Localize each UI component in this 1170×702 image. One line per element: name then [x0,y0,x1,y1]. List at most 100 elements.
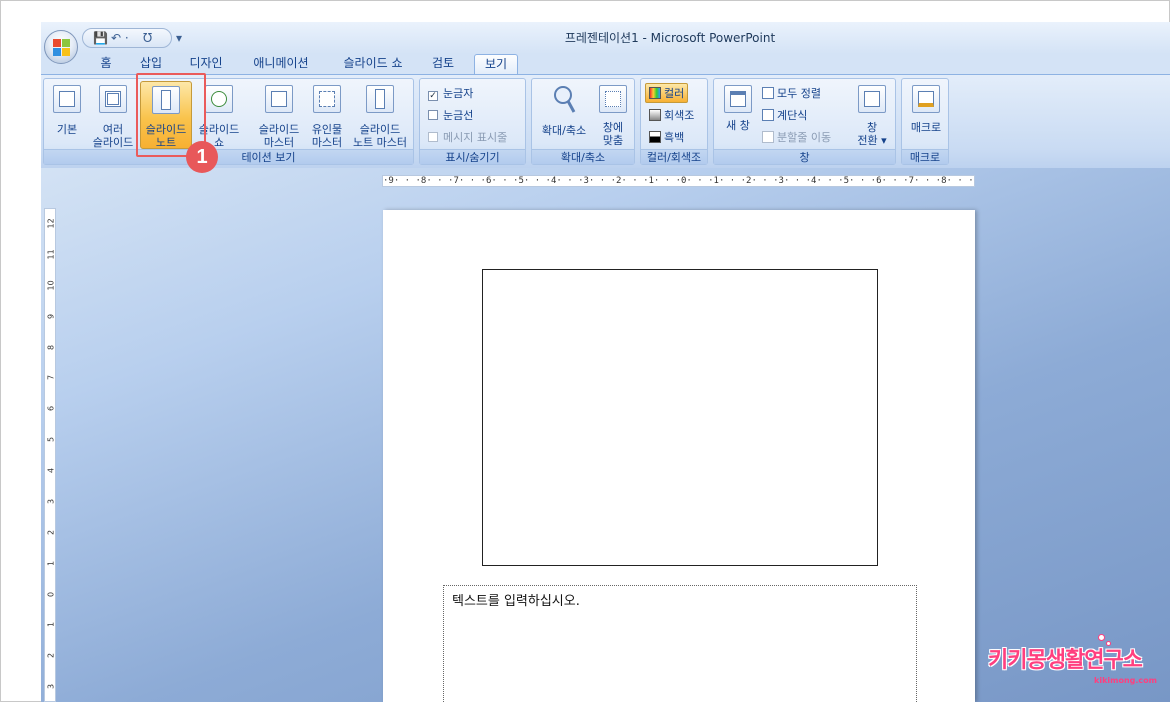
slide-sorter-button[interactable]: 여러 슬라이드 [90,85,136,149]
arrange-all-label: 모두 정렬 [777,87,821,100]
grayscale-label: 회색조 [664,109,695,122]
tab-design[interactable]: 디자인 [181,54,231,74]
move-split-button: 분할줄 이동 [762,129,831,145]
ruler-checkbox[interactable]: ✓ 눈금자 [428,85,473,101]
vertical-ruler-number: 7 [46,375,56,381]
tab-animations[interactable]: 애니메이션 [244,54,318,74]
watermark-url: kikimong.com [1094,676,1157,685]
notes-master-icon [366,85,394,113]
tab-review[interactable]: 검토 [424,54,462,74]
grayscale-button[interactable]: 회색조 [649,107,694,123]
cascade-icon [762,109,774,121]
office-button[interactable] [44,30,78,64]
ribbon-tabs: 홈 삽입 디자인 애니메이션 슬라이드 쇼 검토 보기 [41,54,1170,74]
office-logo-icon [53,39,70,56]
vertical-ruler-number: 2 [46,529,56,535]
step-marker: 1 [186,141,218,173]
switch-windows-label-1: 창 [866,121,878,134]
group-label-macros: 매크로 [902,149,948,164]
tab-slide-show[interactable]: 슬라이드 쇼 [334,54,412,74]
black-white-button[interactable]: 흑백 [649,129,684,145]
checkbox-disabled-icon [428,132,438,142]
handout-master-label-2: 마스터 [311,136,343,149]
watermark-dot [1098,634,1105,641]
vertical-ruler-number: 1 [46,622,56,628]
normal-view-icon [53,85,81,113]
slide-master-label-1: 슬라이드 [258,123,300,136]
slide-master-label-2: 마스터 [263,136,295,149]
notes-placeholder[interactable]: 텍스트를 입력하십시오. [443,585,917,702]
slide-sorter-icon [99,85,127,113]
vertical-ruler-number: 12 [46,218,56,229]
group-label-show-hide: 표시/숨기기 [420,149,525,164]
group-label-color: 컬러/회색조 [641,149,707,164]
vertical-ruler-number: 4 [46,467,56,474]
group-show-hide: ✓ 눈금자 눈금선 메시지 표시줄 표시/숨기기 [419,78,526,165]
window-title: 프레젠테이션1 - Microsoft PowerPoint [564,31,776,45]
ruler-label: 눈금자 [443,87,474,100]
vertical-ruler-number: 8 [46,344,56,350]
group-macros: 매크로 매크로 [901,78,949,165]
notes-master-button[interactable]: 슬라이드 노트 마스터 [348,85,412,149]
grayscale-swatch-icon [649,109,661,121]
color-button[interactable]: 컬러 [645,83,689,103]
horizontal-ruler: ·9· · ·8· · ·7· · ·6· · ·5· · ·4· · ·3· … [382,175,975,187]
handout-master-label-1: 유인물 [311,123,343,136]
notes-master-label-1: 슬라이드 [359,123,401,136]
handout-master-icon [313,85,341,113]
cascade-button[interactable]: 계단식 [762,107,807,123]
new-window-label: 새 창 [726,119,750,132]
vertical-ruler-number: 9 [46,313,56,319]
watermark-text: 키키몽생활연구소 [988,648,1143,673]
slide-master-button[interactable]: 슬라이드 마스터 [254,85,304,149]
fit-to-window-button[interactable]: 창에 맞춤 [594,85,632,147]
macros-button[interactable]: 매크로 [906,85,946,134]
notes-text[interactable]: 텍스트를 입력하십시오. [452,590,580,609]
fit-window-label-2: 맞춤 [602,134,624,147]
black-white-swatch-icon [649,131,661,143]
tab-insert[interactable]: 삽입 [131,54,171,74]
group-window: 새 창 모두 정렬 계단식 분할줄 이동 창 전환 ▾ 창 [713,78,896,165]
slide-sorter-label-2: 슬라이드 [92,136,134,149]
fit-window-icon [599,85,627,113]
fit-window-label-1: 창에 [602,121,624,134]
gridlines-label: 눈금선 [443,109,474,122]
checkbox-checked-icon: ✓ [428,91,438,101]
message-bar-checkbox: 메시지 표시줄 [428,129,507,145]
black-white-label: 흑백 [664,131,685,144]
tab-view[interactable]: 보기 [474,54,518,74]
arrange-all-button[interactable]: 모두 정렬 [762,85,821,101]
group-label-zoom: 확대/축소 [532,149,634,164]
vertical-ruler-number: 3 [46,684,56,690]
slide-thumbnail[interactable] [482,269,878,566]
vertical-ruler-number: 3 [46,498,56,504]
group-label-window: 창 [714,149,895,164]
group-color: 컬러 회색조 흑백 컬러/회색조 [640,78,708,165]
new-window-icon [724,85,752,113]
zoom-label: 확대/축소 [541,124,587,137]
checkbox-icon [428,110,438,120]
gridlines-checkbox[interactable]: 눈금선 [428,107,473,123]
switch-windows-button[interactable]: 창 전환 ▾ [852,85,892,147]
cascade-label: 계단식 [777,109,808,122]
magnifier-icon [554,86,576,113]
color-swatch-icon [649,87,661,99]
message-bar-label: 메시지 표시줄 [443,131,508,144]
vertical-ruler-number: 2 [46,653,56,659]
group-label-presentation-views: 테이션 보기 [44,149,413,164]
normal-view-label: 기본 [56,123,78,136]
zoom-button[interactable]: 확대/축소 [536,85,592,137]
group-zoom: 확대/축소 창에 맞춤 확대/축소 [531,78,635,165]
vertical-ruler: 12 11 10 9 8 7 6 5 4 3 2 1 0 1 2 3 [44,208,56,702]
slide-sorter-label-1: 여러 [102,123,124,136]
normal-view-button[interactable]: 기본 [50,85,84,136]
vertical-ruler-number: 5 [46,437,56,443]
handout-master-button[interactable]: 유인물 마스터 [306,85,348,149]
vertical-ruler-number: 10 [46,280,56,291]
new-window-button[interactable]: 새 창 [718,85,758,132]
tab-home[interactable]: 홈 [88,54,124,74]
vertical-ruler-number: 1 [46,560,56,566]
vertical-ruler-number: 6 [46,406,56,412]
arrange-all-icon [762,87,774,99]
vertical-ruler-number: 11 [46,249,56,260]
